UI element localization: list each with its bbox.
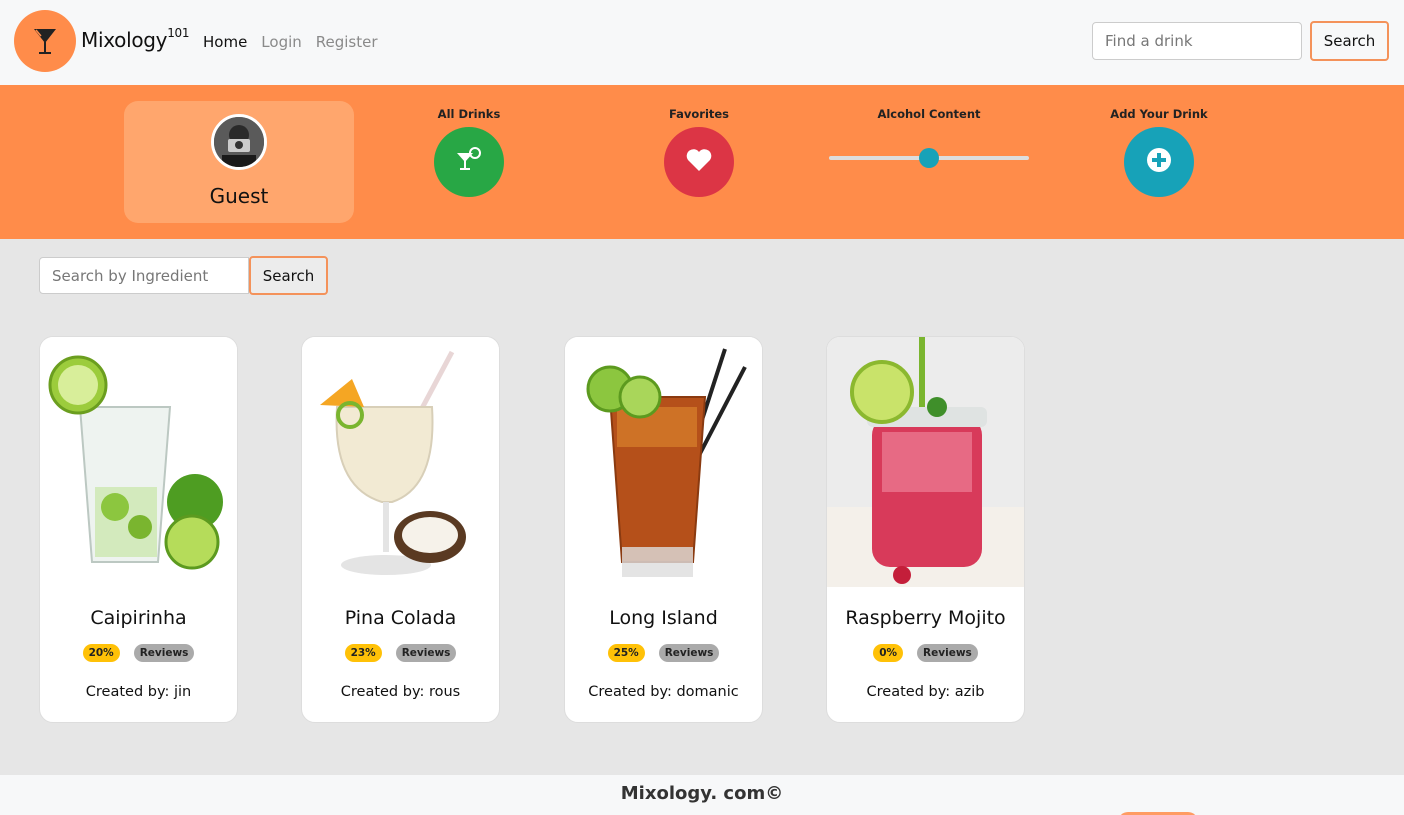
top-search-button[interactable]: Search (1310, 21, 1389, 61)
drink-creator: Created by: jin (85, 684, 192, 700)
favorites-label: Favorites (668, 107, 730, 121)
raspberry-mojito-image (827, 337, 1024, 587)
pina-colada-image (302, 337, 499, 587)
all-drinks-label: All Drinks (437, 107, 501, 121)
abv-badge: 25% (607, 644, 645, 662)
add-drink-button[interactable] (1124, 127, 1194, 197)
cocktail-glass-icon (454, 145, 484, 179)
heart-icon (685, 147, 713, 177)
alcohol-content-filter: Alcohol Content (829, 107, 1029, 168)
reviews-badge[interactable]: Reviews (917, 644, 978, 662)
caipirinha-image (40, 337, 237, 587)
abv-badge: 23% (344, 644, 382, 662)
drink-creator: Created by: rous (340, 684, 461, 700)
footer-text: Mixology. com© (620, 783, 784, 804)
reviews-badge[interactable]: Reviews (395, 644, 457, 662)
reviews-badge[interactable]: Reviews (658, 644, 720, 662)
favorites-button[interactable] (664, 127, 734, 197)
nav-login-link[interactable]: Login (261, 33, 301, 51)
navbar: Mixology101 Home Login Register Search (0, 0, 1404, 85)
avatar[interactable] (211, 114, 267, 170)
drink-badges: 0% Reviews (827, 644, 1024, 662)
nav-links: Home Login Register (203, 33, 378, 51)
brand-text: Mixology (81, 28, 168, 52)
find-drink-input[interactable] (1092, 22, 1302, 60)
alcohol-slider-thumb[interactable] (919, 148, 939, 168)
brand-superscript: 101 (167, 26, 190, 40)
all-drinks-button[interactable] (434, 127, 504, 197)
long-island-image (565, 337, 762, 587)
add-drink-action: Add Your Drink (1089, 107, 1229, 197)
all-drinks-action: All Drinks (399, 107, 539, 197)
drink-name[interactable]: Caipirinha (40, 607, 237, 629)
favorites-action: Favorites (629, 107, 769, 197)
drink-name[interactable]: Long Island (565, 607, 762, 629)
drink-card-caipirinha[interactable]: Caipirinha 20% Reviews Created by: jin (39, 336, 238, 723)
drink-name[interactable]: Raspberry Mojito (827, 607, 1024, 629)
drink-creator: Created by: azib (866, 684, 985, 700)
drink-badges: 25% Reviews (565, 644, 762, 662)
drink-card-long-island[interactable]: Long Island 25% Reviews Created by: doma… (564, 336, 763, 723)
plus-circle-icon (1146, 147, 1172, 177)
drink-creator: Created by: domanic (588, 684, 739, 700)
abv-badge: 0% (873, 644, 904, 662)
nav-register-link[interactable]: Register (316, 33, 378, 51)
action-band: Guest All Drinks Favorites Alcohol Conte… (0, 85, 1404, 239)
ingredient-search-button[interactable]: Search (249, 256, 328, 295)
footer: Mixology. com© (0, 775, 1404, 815)
brand-name[interactable]: Mixology101 (81, 26, 190, 52)
ingredient-search-input[interactable] (39, 257, 249, 294)
nav-home-link[interactable]: Home (203, 33, 247, 51)
profile-card[interactable]: Guest (124, 101, 354, 223)
drink-badges: 20% Reviews (40, 644, 237, 662)
drink-badges: 23% Reviews (302, 644, 499, 662)
abv-badge: 20% (82, 644, 120, 662)
cocktail-logo-icon[interactable] (14, 10, 76, 72)
drink-name[interactable]: Pina Colada (302, 607, 499, 629)
add-drink-label: Add Your Drink (1110, 107, 1208, 121)
alcohol-content-label: Alcohol Content (877, 107, 981, 121)
drink-card-raspberry-mojito[interactable]: Raspberry Mojito 0% Reviews Created by: … (826, 336, 1025, 723)
reviews-badge[interactable]: Reviews (133, 644, 195, 662)
profile-name: Guest (209, 184, 269, 208)
drink-card-pina-colada[interactable]: Pina Colada 23% Reviews Created by: rous (301, 336, 500, 723)
